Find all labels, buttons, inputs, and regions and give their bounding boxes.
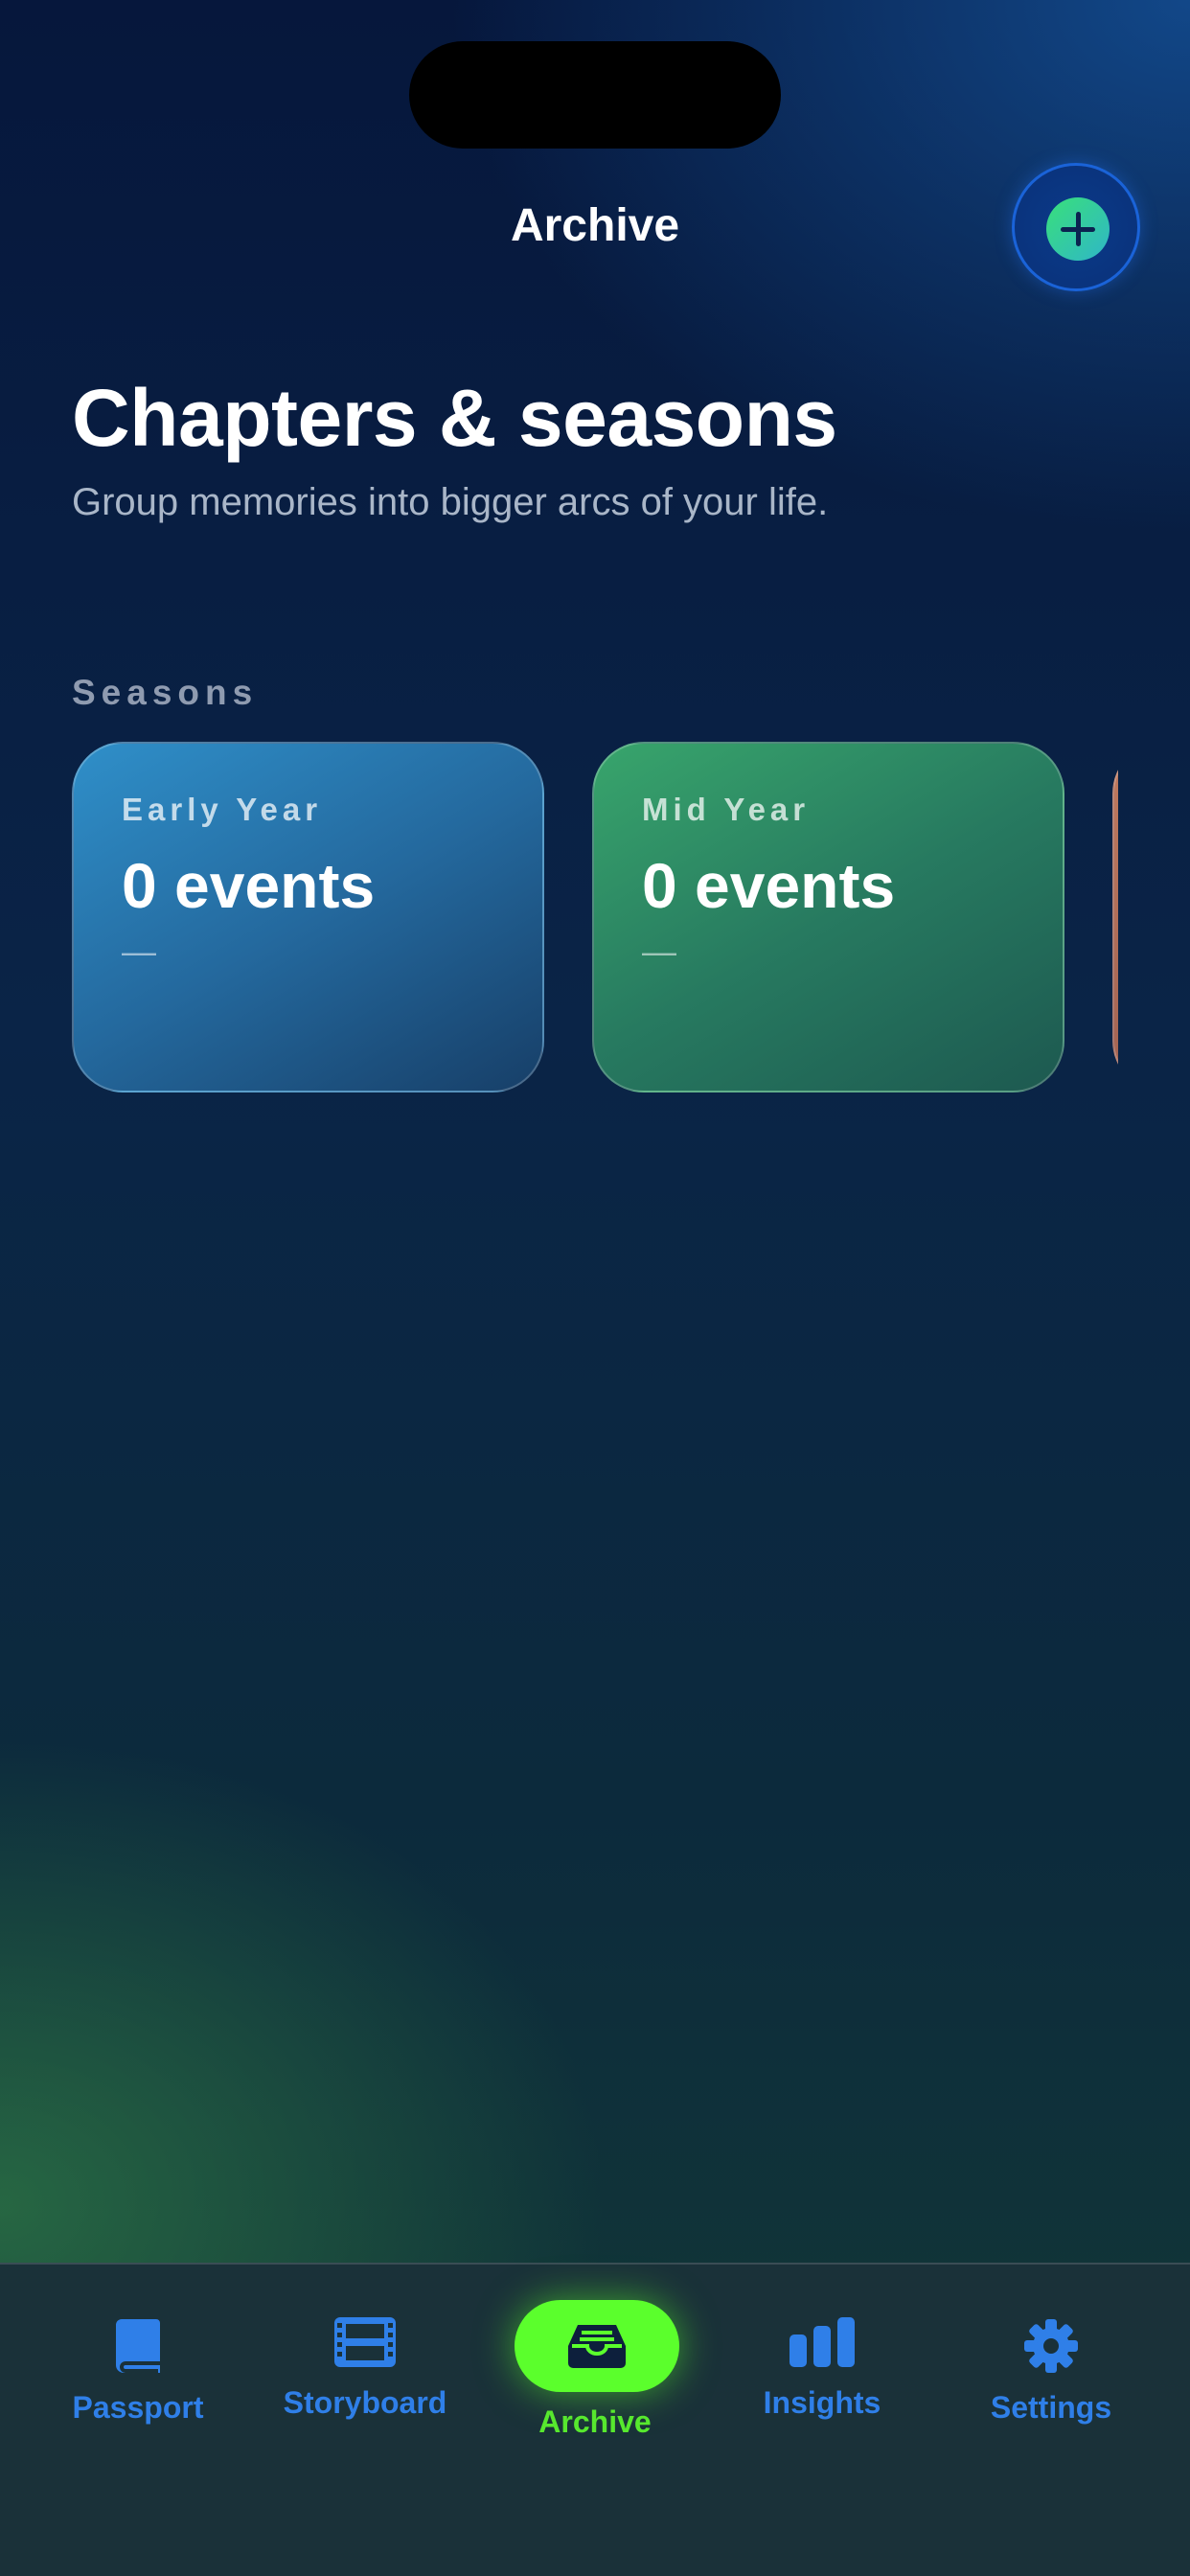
tab-archive[interactable]: Archive bbox=[490, 2265, 700, 2456]
season-card-name: Mid Year bbox=[642, 792, 811, 827]
season-card-detail: — bbox=[122, 932, 156, 971]
tab-label: Settings bbox=[990, 2390, 1112, 2425]
page-title: Chapters & seasons bbox=[72, 373, 837, 463]
tab-label: Storyboard bbox=[283, 2385, 447, 2420]
seasons-carousel[interactable]: Early Year 0 events — Mid Year 0 events … bbox=[72, 742, 1118, 1094]
season-card-count: 0 events bbox=[122, 850, 376, 921]
season-card-name: Early Year bbox=[122, 792, 323, 827]
dynamic-island bbox=[409, 41, 781, 149]
film-icon bbox=[334, 2317, 396, 2367]
tab-passport[interactable]: Passport bbox=[33, 2265, 243, 2456]
seasons-section-label: Seasons bbox=[72, 673, 259, 712]
plus-circle-icon bbox=[1046, 197, 1110, 261]
tab-settings[interactable]: Settings bbox=[946, 2265, 1156, 2456]
tab-label: Passport bbox=[72, 2390, 204, 2425]
season-card-early-year[interactable]: Early Year 0 events — bbox=[72, 742, 544, 1092]
tab-label: Archive bbox=[538, 2404, 652, 2439]
add-button[interactable] bbox=[1012, 163, 1140, 291]
page-subtitle: Group memories into bigger arcs of your … bbox=[72, 481, 829, 523]
book-icon bbox=[116, 2319, 160, 2373]
season-card-partial[interactable] bbox=[1112, 742, 1118, 1092]
bar-chart-icon bbox=[790, 2317, 855, 2367]
tab-storyboard[interactable]: Storyboard bbox=[260, 2265, 470, 2456]
tab-label: Insights bbox=[763, 2385, 881, 2420]
season-card-count: 0 events bbox=[642, 850, 896, 921]
active-tab-indicator bbox=[515, 2300, 679, 2392]
archive-screen: Archive Chapters & seasons Group memorie… bbox=[0, 0, 1190, 2576]
tray-icon bbox=[568, 2325, 626, 2368]
gear-icon bbox=[1024, 2319, 1078, 2373]
tab-bar: Passport Storyboard Archive Insights Set… bbox=[0, 2263, 1190, 2576]
tab-insights[interactable]: Insights bbox=[717, 2265, 927, 2456]
season-card-detail: — bbox=[642, 932, 676, 971]
season-card-mid-year[interactable]: Mid Year 0 events — bbox=[592, 742, 1064, 1092]
